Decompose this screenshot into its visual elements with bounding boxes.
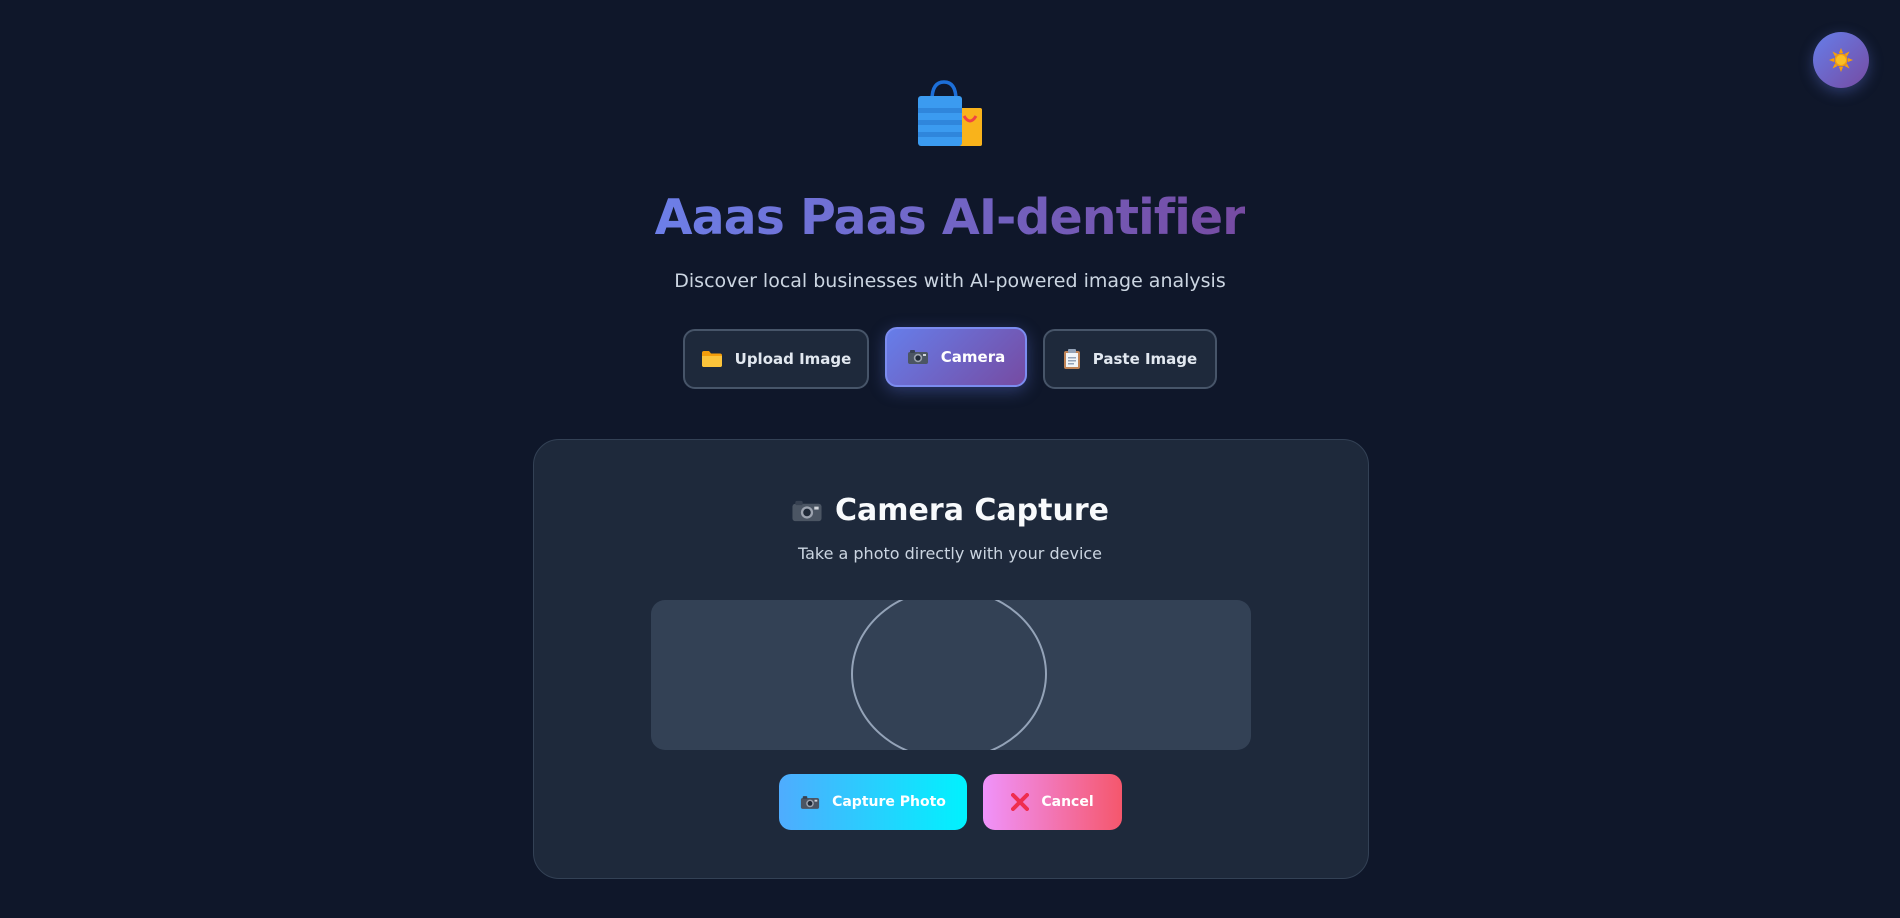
capture-photo-button[interactable]: Capture Photo	[779, 774, 967, 830]
camera-icon	[791, 499, 823, 523]
paste-image-button[interactable]: Paste Image	[1043, 329, 1217, 389]
capture-photo-label: Capture Photo	[832, 794, 946, 810]
camera-preview	[651, 600, 1251, 750]
camera-icon	[907, 349, 929, 365]
app-page: Aaas Paas AI-dentifier Discover local bu…	[0, 0, 1900, 918]
camera-capture-title-text: Camera Capture	[835, 493, 1109, 528]
camera-mode-button[interactable]: Camera	[885, 327, 1027, 387]
folder-icon	[701, 350, 723, 368]
camera-focus-ring	[851, 600, 1047, 750]
shopping-bags-icon	[914, 78, 986, 150]
theme-toggle-button[interactable]	[1813, 32, 1869, 88]
close-icon	[1011, 793, 1030, 811]
sun-icon	[1828, 47, 1854, 73]
paste-image-label: Paste Image	[1092, 350, 1198, 368]
page-subtitle: Discover local businesses with AI-powere…	[674, 270, 1226, 292]
page-title: Aaas Paas AI-dentifier	[654, 189, 1247, 246]
clipboard-icon	[1063, 348, 1081, 370]
cancel-label: Cancel	[1041, 794, 1094, 810]
cancel-button[interactable]: Cancel	[983, 774, 1122, 830]
camera-capture-title: Camera Capture	[0, 488, 1900, 534]
camera-icon	[800, 795, 820, 810]
upload-image-button[interactable]: Upload Image	[683, 329, 869, 389]
upload-image-label: Upload Image	[734, 350, 852, 368]
camera-capture-description: Take a photo directly with your device	[797, 544, 1103, 563]
camera-mode-label: Camera	[940, 348, 1006, 366]
